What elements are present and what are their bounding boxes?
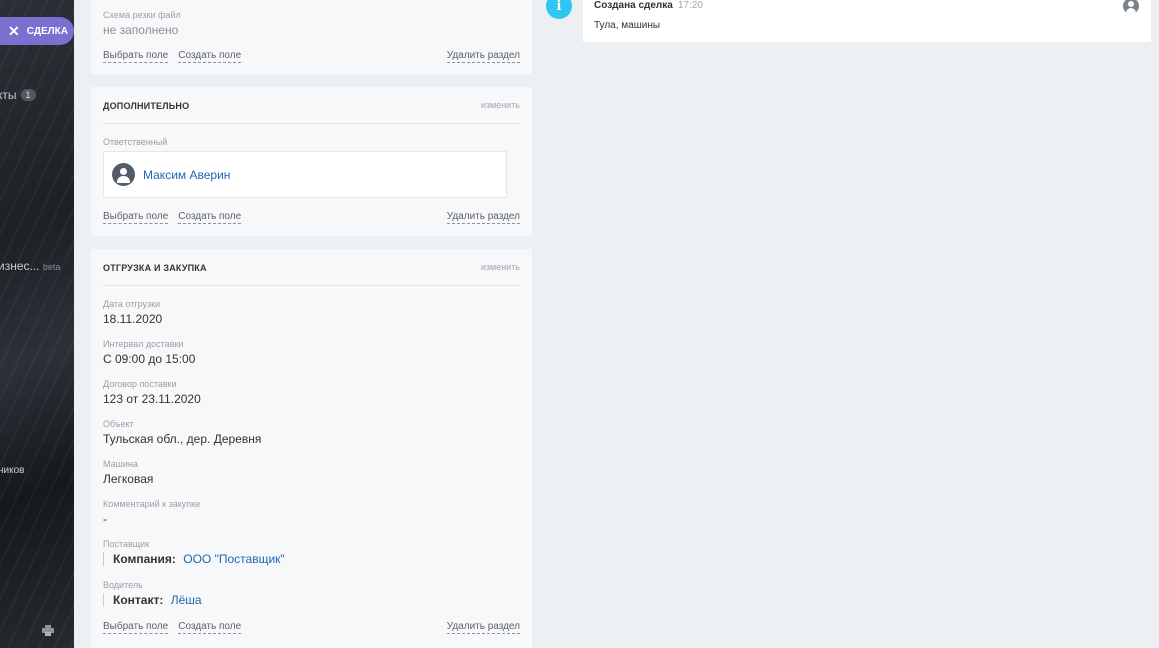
driver-label: Водитель [103,580,143,590]
driver-contact: Контакт: Лёша [103,593,202,607]
left-sidebar: ✕ СДЕЛКА кты1 изнес... beta ников [0,0,74,648]
create-field-link[interactable]: Создать поле [178,50,242,63]
responsible-user-link[interactable]: Максим Аверин [143,168,230,182]
field-label: Машина [103,459,138,469]
section-divider [103,285,520,286]
responsible-user-box[interactable]: Максим Аверин [103,151,507,198]
field-label: Дата отгрузки [103,299,161,309]
field-label: Объект [103,419,134,429]
field-label: Комментарий к закупке [103,499,201,509]
field-value: Легковая [103,472,154,486]
sidebar-item-label: изнес... [0,259,40,273]
deal-tab-label: СДЕЛКА [26,25,68,37]
field-value: С 09:00 до 15:00 [103,352,196,366]
supplier-type: Компания: [113,552,176,566]
create-field-link[interactable]: Создать поле [178,621,242,634]
delete-section-link[interactable]: Удалить раздел [446,621,520,634]
deal-close-tab[interactable]: ✕ СДЕЛКА [0,17,74,45]
field-value: не заполнено [103,23,179,37]
driver-type: Контакт: [113,593,164,607]
sidebar-item-contacts[interactable]: кты1 [0,88,36,102]
field-value: Тульская обл., дер. Деревня [103,432,262,446]
change-section-link[interactable]: изменить [481,100,520,110]
responsible-label: Ответственный [103,137,168,147]
section-title: ОТГРУЗКА И ЗАКУПКА [103,263,207,273]
section-card-additional: ДОПОЛНИТЕЛЬНО изменить Ответственный Мак… [91,87,532,236]
select-field-link[interactable]: Выбрать поле [103,50,169,63]
section-card-shipping: ОТГРУЗКА И ЗАКУПКА изменить Дата отгрузк… [91,249,532,648]
change-section-link[interactable]: изменить [481,262,520,272]
delete-section-link[interactable]: Удалить раздел [446,50,520,63]
info-icon: i [546,0,572,19]
sidebar-item-business[interactable]: изнес... beta [0,259,60,273]
timeline-entry-title: Создана сделка [594,0,673,11]
counter-badge: 1 [20,89,36,101]
field-value: 18.11.2020 [103,312,163,326]
section-actions: Выбрать поле Создать поле Удалить раздел [103,621,520,634]
print-icon[interactable] [42,625,54,636]
timeline-entry: Создана сделка 17:20 Тула, машины [583,0,1151,42]
sidebar-item-employees[interactable]: ников [0,465,24,476]
create-field-link[interactable]: Создать поле [178,211,242,224]
author-avatar-icon[interactable] [1123,0,1139,14]
field-label: Схема резки файл [103,10,181,20]
field-value: 123 от 23.11.2020 [103,392,201,406]
field-label: Договор поставки [103,379,177,389]
section-title: ДОПОЛНИТЕЛЬНО [103,101,190,111]
supplier-company: Компания: ООО "Поставщик" [103,552,285,566]
section-divider [103,123,520,124]
close-icon[interactable]: ✕ [8,24,20,38]
delete-section-link[interactable]: Удалить раздел [446,211,520,224]
section-card-files: Схема резки файл не заполнено Выбрать по… [91,0,532,74]
driver-contact-link[interactable]: Лёша [171,593,202,607]
timeline-entry-time: 17:20 [677,0,703,11]
sidebar-item-label: ников [0,465,25,476]
supplier-company-link[interactable]: ООО "Поставщик" [183,552,284,566]
field-value: - [103,512,107,526]
user-avatar-icon [112,163,135,186]
section-actions: Выбрать поле Создать поле Удалить раздел [103,50,520,63]
sidebar-item-label: кты [0,88,17,102]
supplier-label: Поставщик [103,539,150,549]
section-actions: Выбрать поле Создать поле Удалить раздел [103,211,520,224]
beta-badge: beta [42,262,61,272]
timeline-entry-text: Тула, машины [594,20,661,31]
field-label: Интервал доставки [103,339,184,349]
timeline-entry-header: Создана сделка 17:20 [594,0,703,11]
select-field-link[interactable]: Выбрать поле [103,211,169,224]
select-field-link[interactable]: Выбрать поле [103,621,169,634]
